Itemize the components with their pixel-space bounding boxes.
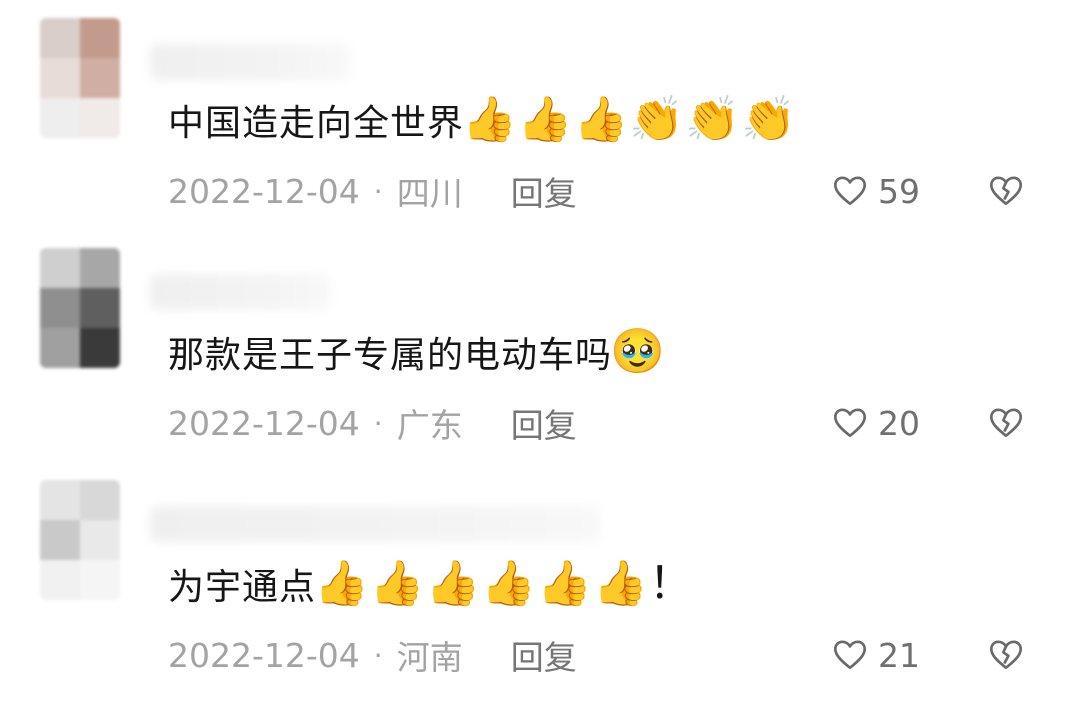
avatar-pixel [80,18,120,58]
dislike-button[interactable] [986,398,1026,448]
comment-date: 2022-12-04 [168,171,360,211]
avatar-pixel [40,58,80,98]
avatar-pixel [80,248,120,288]
comment-location: 广东 [396,406,463,445]
comment-item: 为宇通点 👍👍👍👍👍👍！ 2022-12-04 · 河南 回复 21 [0,480,1080,712]
comment-text: 中国造走向全世界 👍👍👍👏👏👏 [168,90,796,150]
heart-icon [833,640,867,670]
comment-item: 那款是王子专属的电动车吗 🥹 2022-12-04 · 广东 回复 20 [0,248,1080,480]
avatar-pixel [80,288,120,328]
username-redacted [150,44,350,80]
comment-meta: 2022-12-04 · 广东 回复 [168,398,577,448]
avatar-pixel [40,288,80,328]
comment-meta: 2022-12-04 · 河南 回复 [168,630,577,680]
broken-heart-icon [989,640,1023,670]
comment-date: 2022-12-04 [168,635,360,675]
avatar[interactable] [40,18,120,138]
avatar[interactable] [40,480,120,600]
comment-location: 四川 [396,174,463,213]
avatar-pixel [40,560,80,600]
like-button[interactable]: 20 [832,398,920,448]
reply-button[interactable]: 回复 [511,167,577,215]
meta-separator: · [373,406,383,440]
avatar-pixel [40,98,80,138]
avatar-pixel [80,480,120,520]
emoji-pleading-face-icon: 🥹 [610,326,666,377]
avatar-pixel [40,480,80,520]
heart-icon [833,176,867,206]
broken-heart-icon [989,176,1023,206]
reply-button[interactable]: 回复 [511,399,577,447]
emoji-thumbs-up-icon: 👍👍👍👍👍👍！ [314,558,694,609]
emoji-thumbs-clap-icon: 👍👍👍👏👏👏 [462,94,797,145]
avatar-pixel [40,328,80,368]
comment-item: 中国造走向全世界 👍👍👍👏👏👏 2022-12-04 · 四川 回复 59 [0,18,1080,250]
comment-location: 河南 [396,638,463,677]
comment-body: 中国造走向全世界 [168,103,465,144]
dislike-button[interactable] [986,630,1026,680]
like-count: 21 [878,635,920,675]
like-button[interactable]: 21 [832,630,920,680]
comment-body: 为宇通点 [168,567,317,608]
comment-date: 2022-12-04 [168,403,360,443]
avatar-pixel [80,328,120,368]
avatar-pixel [40,18,80,58]
comment-text: 那款是王子专属的电动车吗 🥹 [168,322,665,382]
avatar-pixel [80,520,120,560]
meta-separator: · [373,174,383,208]
like-count: 59 [878,171,920,211]
heart-icon [833,408,867,438]
dislike-button[interactable] [986,166,1026,216]
avatar[interactable] [40,248,120,368]
comment-meta: 2022-12-04 · 四川 回复 [168,166,577,216]
like-button[interactable]: 59 [832,166,920,216]
comment-text: 为宇通点 👍👍👍👍👍👍！ [168,554,693,614]
avatar-pixel [80,58,120,98]
comment-body: 那款是王子专属的电动车吗 [168,335,613,376]
meta-separator: · [373,638,383,672]
username-redacted [150,274,330,310]
avatar-pixel [80,98,120,138]
reply-button[interactable]: 回复 [511,631,577,679]
username-redacted [150,506,600,542]
broken-heart-icon [989,408,1023,438]
avatar-pixel [40,520,80,560]
avatar-pixel [80,560,120,600]
avatar-pixel [40,248,80,288]
like-count: 20 [878,403,920,443]
